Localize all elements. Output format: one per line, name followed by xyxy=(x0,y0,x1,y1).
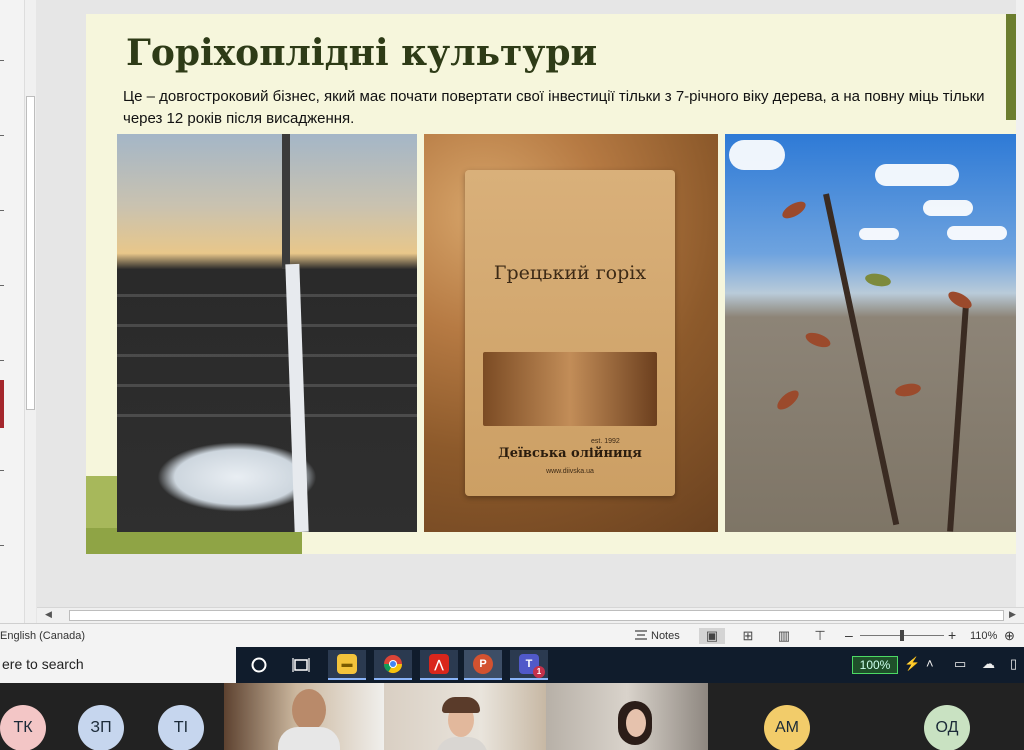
meet-now-icon[interactable]: ▭ xyxy=(954,656,966,672)
selected-slide-thumbnail[interactable] xyxy=(0,380,4,428)
task-view-icon[interactable] xyxy=(282,650,320,680)
thumbnail-divider xyxy=(0,545,4,546)
participant-video-3[interactable] xyxy=(546,683,708,750)
thumbnail-scrollbar-thumb[interactable] xyxy=(26,96,35,410)
participant-avatar: ОД xyxy=(924,705,970,750)
reading-view-icon[interactable]: ▥ xyxy=(771,628,797,644)
teams-notification-badge: 1 xyxy=(533,666,545,678)
slide-sorter-icon[interactable]: ⊞ xyxy=(735,628,761,644)
slide-body-text[interactable]: Це – довгостроковий бізнес, який має поч… xyxy=(123,86,1003,130)
photo-young-tree-field[interactable] xyxy=(117,134,417,532)
bag-brand-name: Деївська олійниця xyxy=(498,446,642,461)
scroll-right-arrow-icon[interactable]: ▶ xyxy=(1009,609,1016,620)
scroll-left-arrow-icon[interactable]: ◀ xyxy=(45,609,52,620)
file-explorer-icon[interactable]: ▬ xyxy=(328,650,366,680)
teams-icon[interactable]: T 1 xyxy=(510,650,548,680)
bag-est-label: est. 1992 xyxy=(591,438,620,445)
language-indicator[interactable]: English (Canada) xyxy=(0,630,85,642)
zoom-out-button[interactable]: – xyxy=(845,627,853,643)
normal-view-icon[interactable]: ▣ xyxy=(699,628,725,644)
participant-avatar: ТК xyxy=(0,705,46,750)
zoom-level[interactable]: 110% xyxy=(970,630,997,642)
slideshow-icon[interactable]: ⊤ xyxy=(807,628,833,644)
notes-icon[interactable] xyxy=(634,629,648,641)
slide-horizontal-scrollbar[interactable]: ◀ ▶ xyxy=(37,607,1024,623)
participant-tile[interactable]: ТК xyxy=(0,683,66,750)
slide-title[interactable]: Горіхоплідні культури xyxy=(126,32,597,74)
fit-to-window-icon[interactable]: ⊕ xyxy=(1004,628,1015,644)
slide-editing-area: Горіхоплідні культури Це – довгострокови… xyxy=(37,0,1024,607)
device-icon[interactable]: ▯ xyxy=(1010,656,1017,672)
thumbnail-divider xyxy=(0,470,4,471)
acrobat-icon[interactable]: ⋀ xyxy=(420,650,458,680)
thumbnail-divider xyxy=(0,60,4,61)
battery-indicator[interactable]: 100% xyxy=(852,656,898,674)
notes-button[interactable]: Notes xyxy=(651,630,680,642)
thumbnail-divider xyxy=(0,135,4,136)
thumbnail-divider xyxy=(0,210,4,211)
participant-tile[interactable]: АМ xyxy=(708,683,868,750)
participant-avatar: ТІ xyxy=(158,705,204,750)
power-plug-icon[interactable]: ⚡ xyxy=(904,656,920,672)
thumbnail-divider xyxy=(0,360,4,361)
zoom-in-button[interactable]: + xyxy=(948,627,956,643)
cortana-icon[interactable] xyxy=(240,650,278,680)
thumbnail-scrollbar[interactable] xyxy=(24,0,36,624)
zoom-slider-thumb[interactable] xyxy=(900,630,904,641)
status-bar: English (Canada) Notes ▣ ⊞ ▥ ⊤ – + 110% … xyxy=(0,623,1024,647)
bag-window xyxy=(483,352,657,426)
photo-walnut-package[interactable]: Грецький горіх est. 1992 Деївська олійни… xyxy=(424,134,718,532)
participant-tile[interactable]: ЗП xyxy=(66,683,146,750)
participant-avatar: АМ xyxy=(764,705,810,750)
video-call-strip: ТК ЗП ТІ АМ ОД xyxy=(0,683,1024,750)
participant-video-1[interactable] xyxy=(224,683,384,750)
slide-thumbnail-pane xyxy=(0,0,36,624)
photo-walnut-buds[interactable] xyxy=(725,134,1024,532)
taskbar-search-box[interactable]: ere to search xyxy=(0,647,236,683)
chrome-icon[interactable] xyxy=(374,650,412,680)
chevron-up-icon[interactable]: ˄ xyxy=(926,656,934,671)
horizontal-scroll-thumb[interactable] xyxy=(69,610,1004,621)
participant-video-2[interactable] xyxy=(384,683,546,750)
slide-canvas[interactable]: Горіхоплідні культури Це – довгострокови… xyxy=(86,14,1024,554)
bag-url: www.diivska.ua xyxy=(546,468,594,475)
onedrive-cloud-icon[interactable]: ☁ xyxy=(982,656,995,672)
bag-product-name: Грецький горіх xyxy=(493,262,647,284)
windows-taskbar: ere to search ▬ ⋀ P T 1 100% ⚡ ˄ ▭ ☁ ▯ xyxy=(0,647,1024,683)
participant-avatar: ЗП xyxy=(78,705,124,750)
powerpoint-icon[interactable]: P xyxy=(464,650,502,680)
slide-vertical-scrollbar[interactable] xyxy=(1016,0,1024,607)
participant-tile[interactable]: ОД xyxy=(868,683,1024,750)
thumbnail-divider xyxy=(0,285,4,286)
walnut-bag: Грецький горіх est. 1992 Деївська олійни… xyxy=(465,170,675,496)
participant-tile[interactable]: ТІ xyxy=(146,683,224,750)
